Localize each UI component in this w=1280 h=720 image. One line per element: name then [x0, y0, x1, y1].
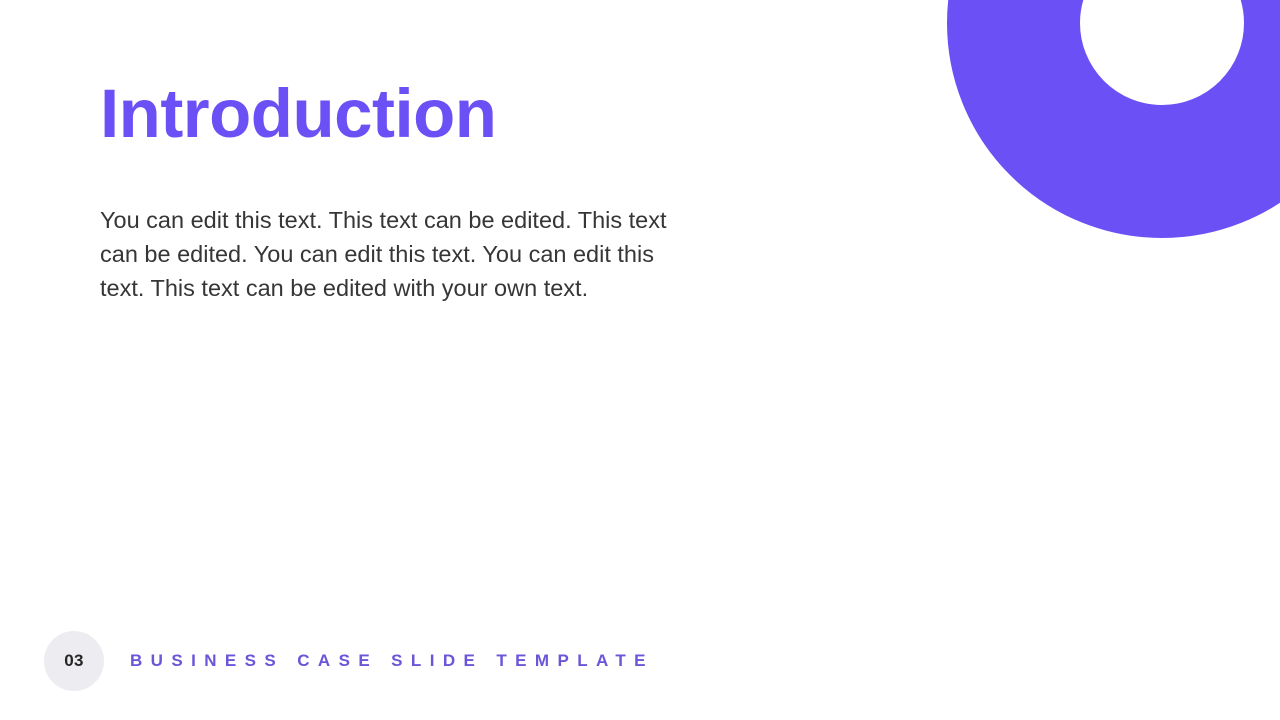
- presentation-slide: Introduction You can edit this text. Thi…: [0, 0, 1280, 720]
- page-title: Introduction: [100, 75, 497, 152]
- body-paragraph: You can edit this text. This text can be…: [100, 207, 667, 301]
- ring-arc-icon: [947, 0, 1280, 238]
- page-number-label: 03: [64, 651, 84, 670]
- decorative-ring-container: [860, 0, 1280, 340]
- slide-footer: 03 BUSINESS CASE SLIDE TEMPLATE: [44, 631, 654, 691]
- footer-template-title: BUSINESS CASE SLIDE TEMPLATE: [130, 651, 654, 670]
- page-number-badge: 03: [44, 631, 104, 691]
